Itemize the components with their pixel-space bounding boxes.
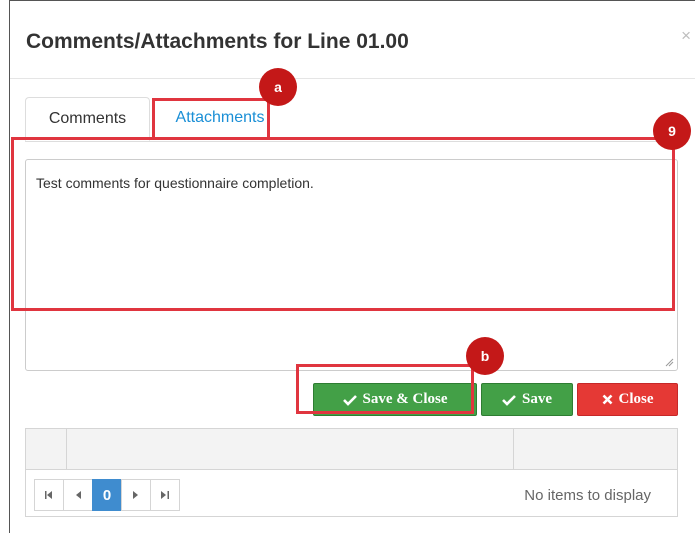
close-button[interactable]: Close xyxy=(577,383,678,416)
tab-strip: Comments Attachments xyxy=(25,97,678,142)
last-page-icon[interactable] xyxy=(150,479,180,511)
save-and-close-button[interactable]: Save & Close xyxy=(313,383,477,416)
close-icon[interactable]: × xyxy=(681,27,691,44)
annotation-badge-9: 9 xyxy=(653,112,691,150)
prev-page-icon[interactable] xyxy=(63,479,93,511)
x-mark-icon xyxy=(602,394,612,405)
attachments-grid: 0 No items to display xyxy=(25,428,678,517)
dialog-header: Comments/Attachments for Line 01.00 × xyxy=(10,1,695,79)
comments-attachments-dialog: Comments/Attachments for Line 01.00 × Co… xyxy=(9,0,695,533)
annotation-badge-a: a xyxy=(259,68,297,106)
save-and-close-label: Save & Close xyxy=(362,391,448,407)
comment-textarea[interactable]: Test comments for questionnaire completi… xyxy=(25,159,678,371)
first-page-icon[interactable] xyxy=(34,479,64,511)
current-page[interactable]: 0 xyxy=(92,479,122,511)
tab-attachments[interactable]: Attachments xyxy=(157,97,283,140)
pager: 0 xyxy=(34,479,180,513)
close-label: Close xyxy=(618,391,654,407)
pager-status: No items to display xyxy=(524,487,651,504)
grid-header xyxy=(26,429,677,470)
annotation-badge-b: b xyxy=(466,337,504,375)
check-icon xyxy=(342,394,357,406)
next-page-icon[interactable] xyxy=(121,479,151,511)
dialog-title: Comments/Attachments for Line 01.00 xyxy=(26,30,409,53)
column-divider[interactable] xyxy=(66,429,67,469)
check-icon xyxy=(502,394,516,406)
save-button[interactable]: Save xyxy=(481,383,573,416)
resize-grip-icon[interactable] xyxy=(665,358,674,367)
tab-comments[interactable]: Comments xyxy=(25,97,150,141)
save-label: Save xyxy=(522,391,552,407)
comment-text: Test comments for questionnaire completi… xyxy=(36,175,314,191)
column-divider[interactable] xyxy=(513,429,514,469)
